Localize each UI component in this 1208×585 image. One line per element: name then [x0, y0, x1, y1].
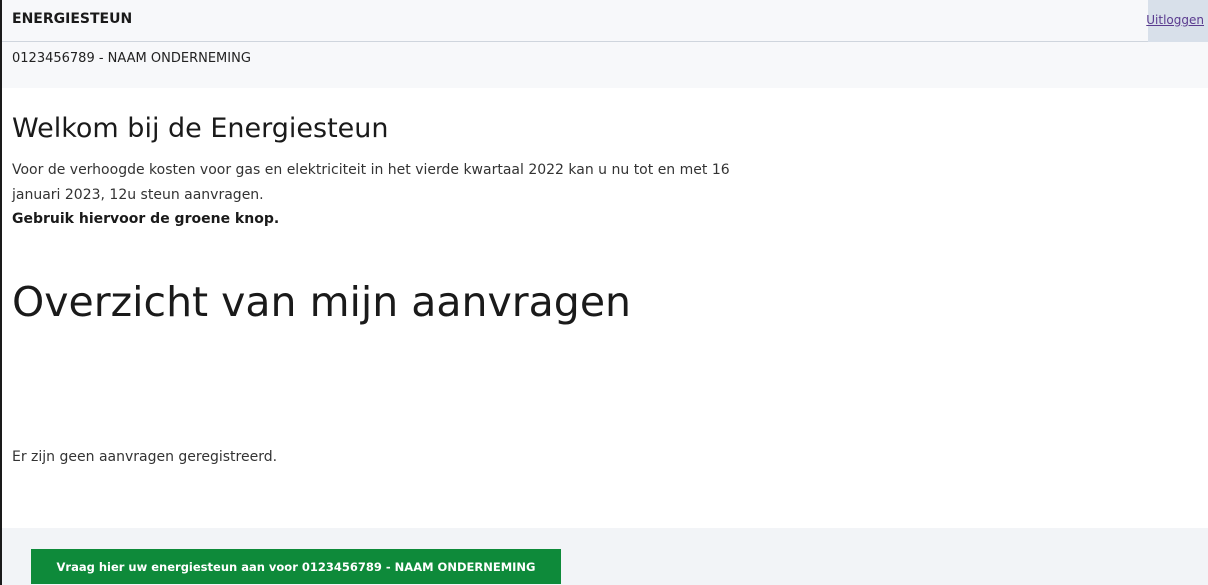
green-button-hint: Gebruik hiervoor de groene knop.	[12, 211, 280, 227]
page: ENERGIESTEUN Uitloggen 0123456789 - NAAM…	[0, 0, 1208, 585]
company-name: 0123456789 - NAAM ONDERNEMING	[12, 51, 251, 66]
intro-line-2: januari 2023, 12u steun aanvragen.	[12, 187, 264, 203]
request-support-button[interactable]: Vraag hier uw energiesteun aan voor 0123…	[31, 549, 561, 584]
intro-text: Voor de verhoogde kosten voor gas en ele…	[12, 158, 802, 208]
empty-requests-message: Er zijn geen aanvragen geregistreerd.	[12, 449, 278, 465]
app-title: ENERGIESTEUN	[12, 11, 133, 27]
welcome-title: Welkom bij de Energiesteun	[12, 113, 389, 144]
company-bar: 0123456789 - NAAM ONDERNEMING	[2, 42, 1208, 88]
top-header-bar: ENERGIESTEUN Uitloggen	[2, 0, 1208, 42]
logout-link[interactable]: Uitloggen	[1146, 13, 1204, 27]
intro-line-1: Voor de verhoogde kosten voor gas en ele…	[12, 162, 730, 178]
action-bar: Vraag hier uw energiesteun aan voor 0123…	[2, 528, 1208, 585]
overview-title: Overzicht van mijn aanvragen	[12, 278, 632, 326]
logout-area: Uitloggen	[1146, 0, 1208, 42]
